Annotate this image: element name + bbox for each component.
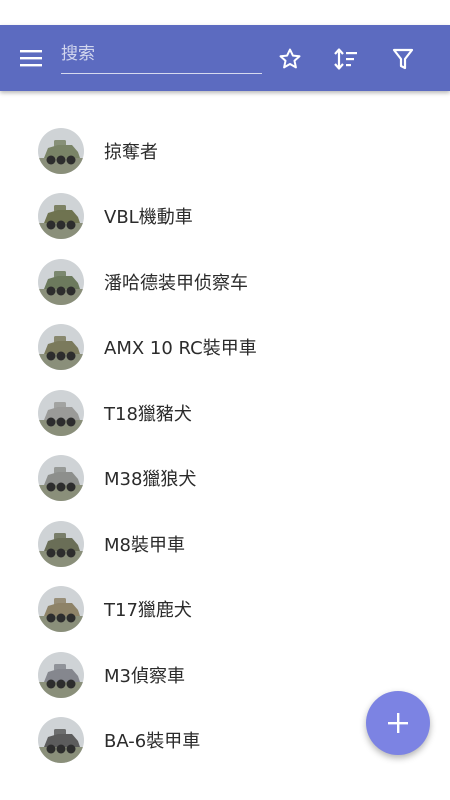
list-item[interactable]: 掠奪者 <box>0 118 450 184</box>
vehicle-name: AMX 10 RC裝甲車 <box>104 338 257 360</box>
list-item[interactable]: T18獵豬犬 <box>0 380 450 446</box>
plus-icon <box>388 713 408 733</box>
add-button[interactable] <box>366 691 430 755</box>
vehicle-list: 掠奪者 VBL機動車潘哈德装甲侦察车 AMX 10 RC裝甲車 T18獵豬犬 M38獵狼… <box>0 91 450 773</box>
favorites-button[interactable] <box>272 41 308 77</box>
vehicle-name: 掠奪者 <box>104 141 158 163</box>
vehicle-avatar <box>38 258 84 305</box>
vehicle-avatar <box>38 127 84 174</box>
list-item[interactable]: T17獵鹿犬 <box>0 577 450 643</box>
list-item[interactable]: 潘哈德装甲侦察车 <box>0 249 450 315</box>
list-item[interactable]: VBL機動車 <box>0 184 450 250</box>
menu-icon <box>20 50 42 67</box>
sort-icon <box>334 48 357 70</box>
vehicle-name: M8裝甲車 <box>104 534 185 556</box>
vehicle-name: T18獵豬犬 <box>104 403 192 425</box>
list-item[interactable]: M38獵狼犬 <box>0 446 450 512</box>
vehicle-avatar <box>38 389 84 436</box>
search-input[interactable] <box>61 39 261 69</box>
vehicle-name: T17獵鹿犬 <box>104 600 192 622</box>
vehicle-avatar <box>38 586 84 633</box>
vehicle-name: M3偵察車 <box>104 665 185 687</box>
vehicle-avatar <box>38 717 84 764</box>
vehicle-avatar <box>38 324 84 371</box>
vehicle-name: VBL機動車 <box>104 207 193 229</box>
sort-button[interactable] <box>328 41 364 77</box>
vehicle-avatar <box>38 520 84 567</box>
vehicle-name: M38獵狼犬 <box>104 469 197 491</box>
vehicle-name: 潘哈德装甲侦察车 <box>104 272 248 294</box>
list-item[interactable]: AMX 10 RC裝甲車 <box>0 315 450 381</box>
filter-button[interactable] <box>385 41 421 77</box>
vehicle-avatar <box>38 193 84 240</box>
filter-icon <box>392 48 414 70</box>
vehicle-name: BA-6裝甲車 <box>104 731 201 753</box>
search-field <box>61 37 262 74</box>
vehicle-avatar <box>38 651 84 698</box>
list-item[interactable]: M8裝甲車 <box>0 511 450 577</box>
star-outline-icon <box>279 48 301 69</box>
vehicle-avatar <box>38 455 84 502</box>
menu-button[interactable] <box>14 42 50 74</box>
app-toolbar <box>0 25 450 91</box>
status-bar <box>0 0 450 25</box>
